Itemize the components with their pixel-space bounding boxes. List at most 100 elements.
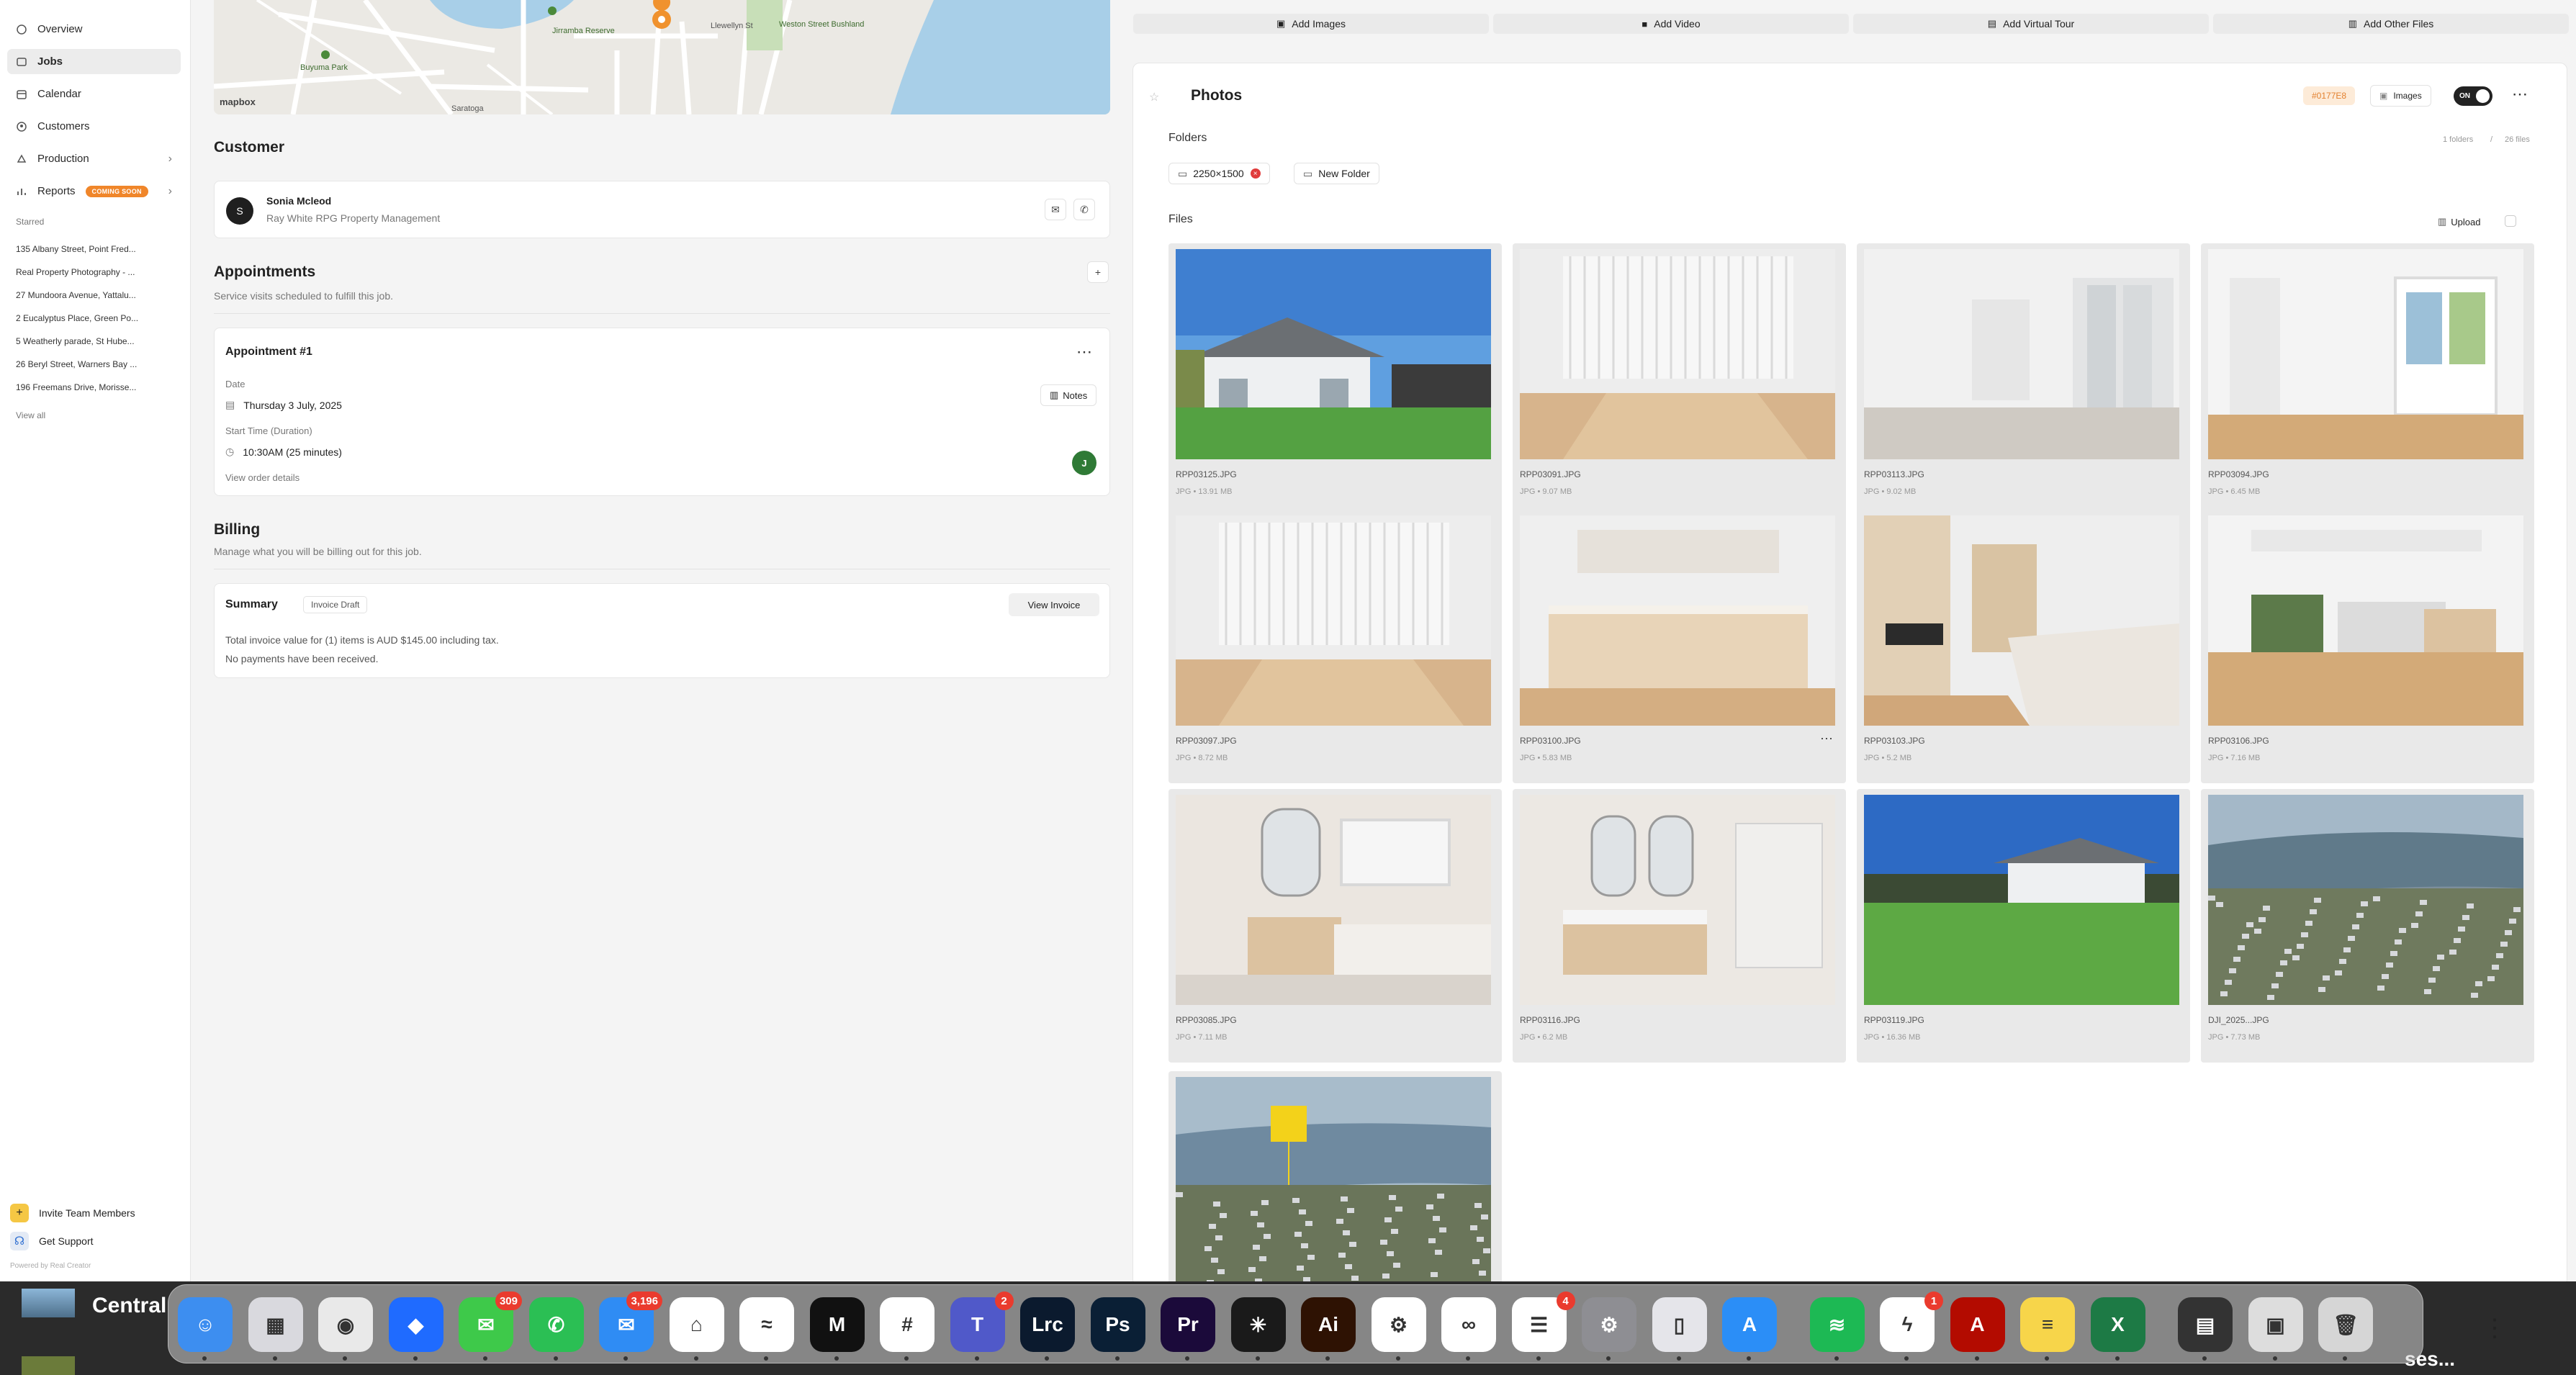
photo-tile[interactable]: RPP03125.JPG JPG • 13.91 MB [1168, 243, 1502, 517]
add-virtual-tour-button[interactable]: ▤ Add Virtual Tour [1853, 14, 2209, 34]
script-app-icon[interactable]: M [809, 1297, 865, 1361]
system-settings-icon[interactable]: ⚙ [1582, 1297, 1636, 1361]
assignee-avatar[interactable]: J [1072, 451, 1096, 475]
notes-icon[interactable]: ≡ [2020, 1297, 2075, 1361]
notes-button[interactable]: ▥ Notes [1040, 384, 1097, 406]
photo-tile[interactable]: RPP03091.JPG JPG • 9.07 MB [1513, 243, 1846, 517]
photo-tile[interactable]: RPP03106.JPG JPG • 7.16 MB [2201, 510, 2534, 783]
photo-tile[interactable]: DJI_2025...JPG JPG • 7.73 MB [2201, 789, 2534, 1063]
lightroom-icon[interactable]: Lrc [1020, 1297, 1075, 1361]
new-folder-button[interactable]: ▭ New Folder [1294, 163, 1379, 184]
teams-icon-glyph: T [970, 1313, 984, 1335]
sidebar-item-production[interactable]: Production › [7, 146, 181, 171]
starred-item[interactable]: 2 Eucalyptus Place, Green Po... [16, 313, 149, 323]
spotify-icon[interactable]: ≋ [1809, 1297, 1865, 1361]
view-all-link[interactable]: View all [16, 410, 149, 420]
starred-item[interactable]: 5 Weatherly parade, St Hube... [16, 336, 149, 346]
preview-window-icon[interactable]: ▤ [2178, 1297, 2233, 1361]
photo-tile[interactable]: RPP03119.JPG JPG • 16.36 MB [1857, 789, 2190, 1063]
slack-icon[interactable]: # [880, 1297, 935, 1361]
launchpad-icon[interactable]: ▦ [248, 1297, 303, 1361]
photo-tile[interactable]: RPP03094.JPG JPG • 6.45 MB [2201, 243, 2534, 517]
more-options-icon[interactable]: ⋯ [1076, 343, 1092, 361]
sidebar-item-reports[interactable]: Reports COMING SOON › [7, 179, 181, 204]
home-app-icon[interactable]: ⌂ [669, 1297, 724, 1361]
call-customer-button[interactable]: ✆ [1073, 199, 1095, 220]
spark-icon[interactable]: ✳ [1230, 1297, 1286, 1361]
email-customer-button[interactable]: ✉ [1045, 199, 1066, 220]
whatsapp-icon[interactable]: ✆ [528, 1297, 584, 1361]
add-images-button[interactable]: ▣ Add Images [1133, 14, 1489, 34]
photo-tile[interactable]: RPP03103.JPG JPG • 5.2 MB [1857, 510, 2190, 783]
finder-icon[interactable]: ☺ [178, 1297, 233, 1361]
teams-icon[interactable]: T2 [950, 1291, 1014, 1361]
star-icon[interactable]: ☆ [1149, 90, 1159, 104]
iphone-mirroring-icon[interactable]: ▯ [1652, 1297, 1707, 1361]
photo-tile[interactable]: RPP03100.JPG JPG • 5.83 MB ⋯ [1513, 510, 1846, 783]
job-location-map[interactable]: Jirramba Reserve Weston Street Bushland … [214, 0, 1110, 114]
photoshop-icon[interactable]: Ps [1090, 1297, 1145, 1361]
sidebar-item-calendar[interactable]: Calendar [7, 81, 181, 107]
reminders-icon[interactable]: ☰ 4 [1511, 1291, 1575, 1361]
app-store-icon[interactable]: A [1722, 1297, 1777, 1361]
folder-icon: ▭ [1178, 167, 1188, 179]
more-options-icon[interactable]: ⋯ [2512, 85, 2528, 104]
file-meta: JPG • 16.36 MB [1864, 1033, 1921, 1042]
home-icon [16, 24, 27, 35]
starred-item[interactable]: 196 Freemans Drive, Morisse... [16, 382, 149, 392]
customer-avatar: S [226, 197, 253, 225]
creative-cloud-icon[interactable]: ∞ [1441, 1297, 1496, 1361]
folder-chip[interactable]: ▭ 2250×1500 × [1168, 163, 1270, 184]
file-more-icon[interactable]: ⋯ [1820, 731, 1833, 747]
get-support-button[interactable]: ☊ Get Support [10, 1232, 94, 1250]
running-indicator [1606, 1356, 1611, 1361]
visibility-toggle[interactable]: ON [2454, 86, 2492, 106]
upload-button[interactable]: ▥ Upload [2438, 216, 2481, 227]
dropbox-icon[interactable]: ◆ [388, 1297, 443, 1361]
customer-card[interactable]: S Sonia Mcleod Ray White RPG Property Ma… [214, 181, 1110, 238]
sidebar-item-customers[interactable]: Customers [7, 114, 181, 139]
messages-icon[interactable]: ✉ 309 [459, 1291, 522, 1361]
more-icon[interactable]: ⋮ [2482, 1314, 2507, 1343]
photo-tile[interactable]: RPP03116.JPG JPG • 6.2 MB [1513, 789, 1846, 1063]
messenger-icon[interactable]: ϟ1 [1880, 1291, 1943, 1361]
illustrator-icon[interactable]: Ai [1301, 1297, 1356, 1361]
photo-tile[interactable] [1168, 1071, 1502, 1286]
starred-item[interactable]: 27 Mundoora Avenue, Yattalu... [16, 290, 149, 300]
invite-team-button[interactable]: + Invite Team Members [10, 1204, 135, 1222]
premiere-icon[interactable]: Pr [1161, 1297, 1215, 1361]
chrome-icon[interactable]: ◉ [318, 1297, 373, 1361]
mail-icon[interactable]: ✉ 3,196 [599, 1291, 662, 1361]
photo-tile[interactable]: RPP03113.JPG JPG • 9.02 MB [1857, 243, 2190, 517]
monday-icon[interactable]: ≈ [739, 1297, 794, 1361]
sidebar-item-overview[interactable]: Overview [7, 17, 181, 42]
sidebar-item-jobs[interactable]: Jobs [7, 49, 181, 74]
acrobat-icon[interactable]: A [1950, 1297, 2005, 1361]
notification-badge: 2 [994, 1291, 1014, 1310]
starred-item[interactable]: Real Property Photography - ... [16, 267, 149, 277]
running-indicator [904, 1356, 909, 1361]
image-icon: ▣ [1276, 18, 1286, 29]
add-appointment-button[interactable]: + [1087, 261, 1109, 283]
screenshot-window-icon[interactable]: ▣ [2248, 1297, 2303, 1361]
starred-item[interactable]: 26 Beryl Street, Warners Bay ... [16, 359, 149, 369]
select-all-checkbox[interactable] [2505, 215, 2516, 227]
premiere-icon-glyph: Pr [1177, 1313, 1199, 1335]
images-filter-button[interactable]: ▣ Images [2370, 85, 2431, 107]
clock-icon: ◷ [225, 446, 235, 457]
trash-icon[interactable]: 🗑 [2318, 1297, 2373, 1361]
add-other-files-button[interactable]: ▥ Add Other Files [2213, 14, 2569, 34]
chatgpt-icon[interactable]: ⚙ [1371, 1297, 1426, 1361]
view-order-details-link[interactable]: View order details [225, 472, 300, 483]
add-video-button[interactable]: ■ Add Video [1493, 14, 1849, 34]
running-indicator [1747, 1356, 1751, 1361]
excel-icon[interactable]: X [2090, 1297, 2145, 1361]
photo-tile[interactable]: RPP03097.JPG JPG • 8.72 MB [1168, 510, 1502, 783]
screenshot-window-icon-glyph: ▣ [2266, 1313, 2285, 1336]
remove-folder-icon[interactable]: × [1250, 168, 1261, 179]
phone-icon: ✆ [1080, 203, 1089, 215]
photo-tile[interactable]: RPP03085.JPG JPG • 7.11 MB [1168, 789, 1502, 1063]
starred-item[interactable]: 135 Albany Street, Point Fred... [16, 244, 149, 254]
sidebar-item-label: Customers [37, 120, 90, 132]
view-invoice-button[interactable]: View Invoice [1009, 593, 1099, 616]
